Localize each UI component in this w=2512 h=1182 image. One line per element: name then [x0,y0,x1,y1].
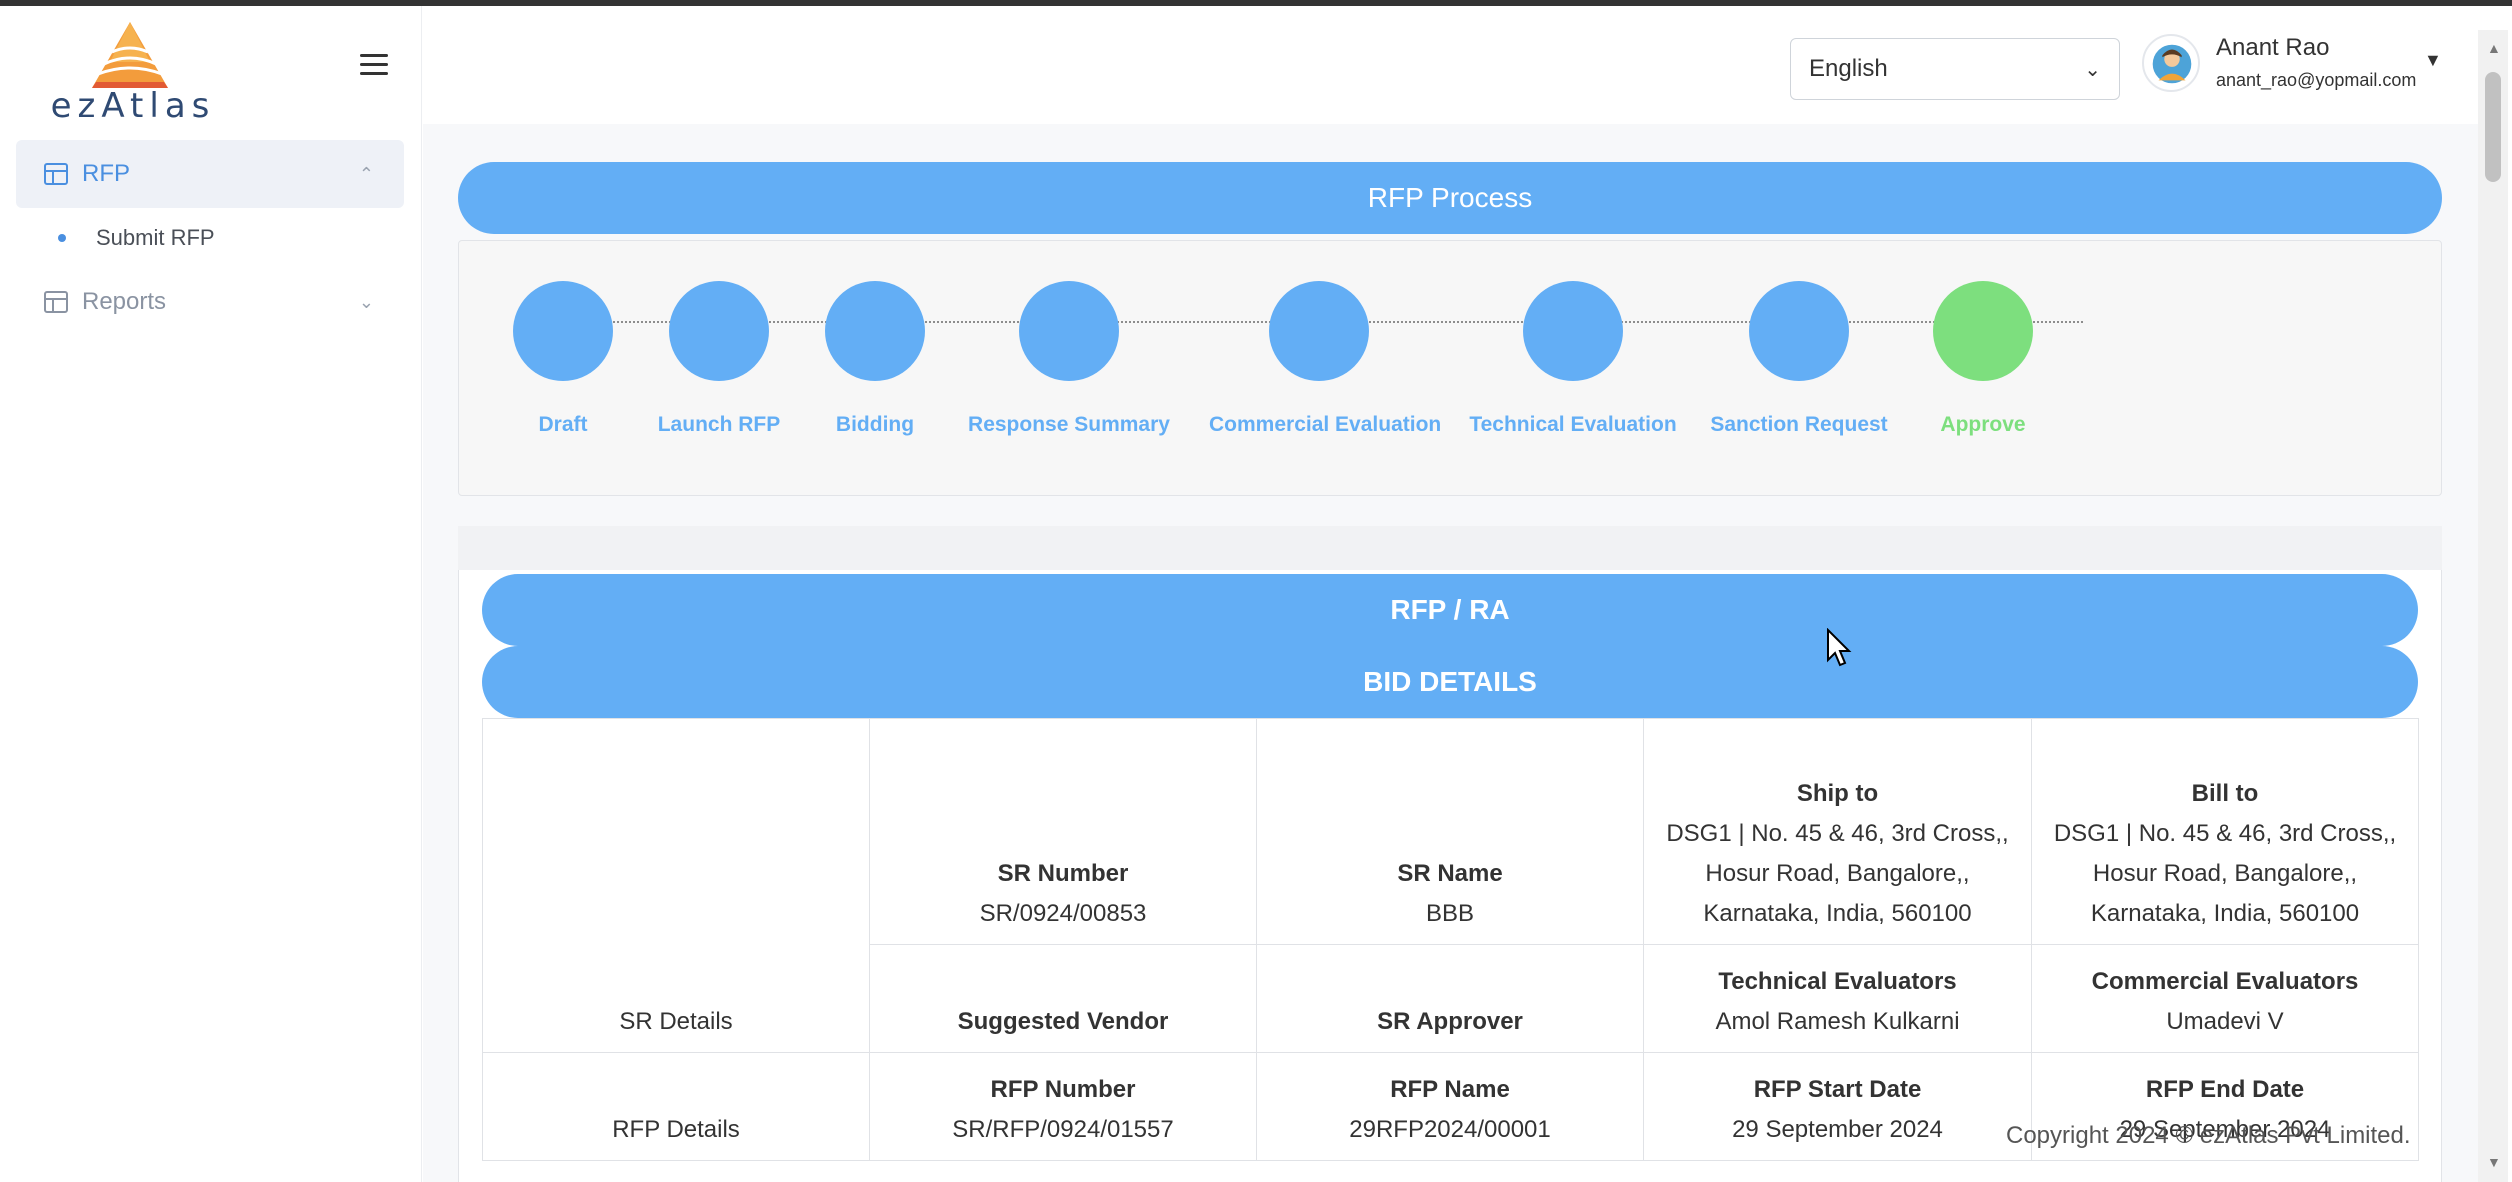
cell-value: SR/RFP/0924/01557 [952,1116,1174,1143]
chevron-down-icon: ⌄ [358,292,374,312]
cell-heading: Technical Evaluators [1718,968,1957,995]
mouse-cursor-icon [1827,628,1852,667]
language-select-value: English [1809,55,1888,82]
caret-down-icon: ▼ [2424,50,2442,70]
cell-heading: Suggested Vendor [957,1008,1169,1035]
step-circle[interactable] [1523,281,1623,381]
bid-details-table: SR Details SR Number SR/0924/00853 SR Na… [482,718,2419,1161]
step-bidding[interactable]: Bidding [765,281,985,437]
sr-approver-cell: SR Approver [1256,944,1644,1053]
sr-name-cell: SR Name BBB [1256,718,1644,945]
step-circle[interactable] [825,281,925,381]
scroll-down-icon[interactable]: ▼ [2487,1154,2501,1170]
cell-value: Amol Ramesh Kulkarni [1715,1008,1960,1035]
sidebar: ezAtlas RFP ⌃ Submit RFP Reports ⌄ [0,6,422,1182]
sr-details-label: SR Details [482,718,870,1053]
step-label: Commercial Evaluation [1209,413,1442,436]
cell-value: 29RFP2024/00001 [1349,1116,1551,1143]
sr-number-cell: SR Number SR/0924/00853 [869,718,1257,945]
table-row: SR Details SR Number SR/0924/00853 SR Na… [482,718,2419,1053]
step-label: Response Summary [968,413,1170,436]
step-label: Approve [1940,413,2026,436]
bid-details-header[interactable]: BID DETAILS [482,646,2418,718]
scroll-up-icon[interactable]: ▲ [2487,40,2501,56]
chevron-down-icon: ⌄ [2084,58,2101,81]
rfp-details-label: RFP Details [482,1052,870,1161]
step-label: Bidding [835,413,915,436]
footer-copyright: Copyright 2024 © ezAtlas Pvt Limited. [2006,1122,2411,1149]
step-circle[interactable] [1933,281,2033,381]
cell-value: BBB [1425,900,1475,927]
step-response-summary[interactable]: Response Summary [959,281,1179,437]
rfp-name-cell: RFP Name 29RFP2024/00001 [1256,1052,1644,1161]
page-scrollbar[interactable]: ▲ ▼ [2478,30,2508,1182]
cell-heading: RFP Number [990,1076,1136,1103]
cell-heading: Bill to [2191,780,2259,807]
cell-heading: Ship to [1796,780,1879,807]
step-circle[interactable] [669,281,769,381]
step-commercial-evaluation[interactable]: Commercial Evaluation [1209,281,1442,437]
sidebar-item-rfp[interactable]: RFP ⌃ [16,140,404,208]
ezatlas-logo[interactable]: ezAtlas [38,18,228,130]
section-divider [458,526,2442,570]
bullet-dot-icon [58,234,66,242]
cell-value: DSG1 | No. 45 & 46, 3rd Cross,, Hosur Ro… [2053,820,2397,927]
rfp-process-banner: RFP Process [458,162,2442,234]
sidebar-menu: RFP ⌃ Submit RFP Reports ⌄ [16,140,404,336]
logo-text: ezAtlas [50,86,216,126]
cell-heading: SR Number [997,860,1129,887]
hamburger-menu-icon[interactable] [360,54,388,78]
user-menu[interactable]: Anant Rao anant_rao@yopmail.com ▼ [2142,30,2442,106]
avatar [2142,34,2200,92]
step-circle[interactable] [1749,281,1849,381]
rfp-start-date-cell: RFP Start Date 29 September 2024 [1643,1052,2032,1161]
table-icon [44,291,68,313]
step-circle[interactable] [1019,281,1119,381]
cell-value: DSG1 | No. 45 & 46, 3rd Cross,, Hosur Ro… [1666,820,2009,927]
sidebar-item-label: Reports [82,288,167,315]
step-label: Technical Evaluation [1469,413,1677,436]
cell-heading: SR Name [1397,860,1503,887]
step-technical-evaluation[interactable]: Technical Evaluation [1463,281,1683,437]
step-approve[interactable]: Approve [1873,281,2093,437]
suggested-vendor-cell: Suggested Vendor [869,944,1257,1053]
cell-heading: SR Approver [1377,1008,1523,1035]
cell-value: SR/0924/00853 [979,900,1147,927]
cell-value: Umadevi V [2166,1008,2284,1035]
logo-pyramid-icon [92,22,168,88]
step-circle[interactable] [1269,281,1369,381]
cell-heading: RFP Start Date [1753,1076,1922,1103]
technical-evaluators-cell: Technical Evaluators Amol Ramesh Kulkarn… [1643,944,2032,1053]
cell-value: 29 September 2024 [1732,1116,1943,1143]
sidebar-subitem-label: Submit RFP [96,225,215,250]
user-email: anant_rao@yopmail.com [2216,70,2417,90]
rfp-number-cell: RFP Number SR/RFP/0924/01557 [869,1052,1257,1161]
cell-heading: RFP End Date [2145,1076,2305,1103]
ship-to-cell: Ship to DSG1 | No. 45 & 46, 3rd Cross,, … [1643,718,2032,945]
cell-heading: Commercial Evaluators [2091,968,2359,995]
process-stepper: Draft Launch RFP Bidding Response Summar… [458,240,2442,496]
sidebar-item-label: RFP [82,160,130,187]
cell-heading: RFP Name [1390,1076,1510,1103]
bill-to-cell: Bill to DSG1 | No. 45 & 46, 3rd Cross,, … [2031,718,2419,945]
sidebar-item-reports[interactable]: Reports ⌄ [16,268,404,336]
scrollbar-thumb[interactable] [2485,72,2501,182]
chevron-up-icon: ⌃ [358,164,374,184]
language-select[interactable]: English ⌄ [1790,38,2120,100]
user-avatar-icon [2152,44,2192,84]
commercial-evaluators-cell: Commercial Evaluators Umadevi V [2031,944,2419,1053]
step-circle[interactable] [513,281,613,381]
table-icon [44,163,68,185]
user-name: Anant Rao [2216,34,2330,61]
sidebar-subitem-submit-rfp[interactable]: Submit RFP [16,208,404,268]
rfp-ra-header[interactable]: RFP / RA [482,574,2418,646]
